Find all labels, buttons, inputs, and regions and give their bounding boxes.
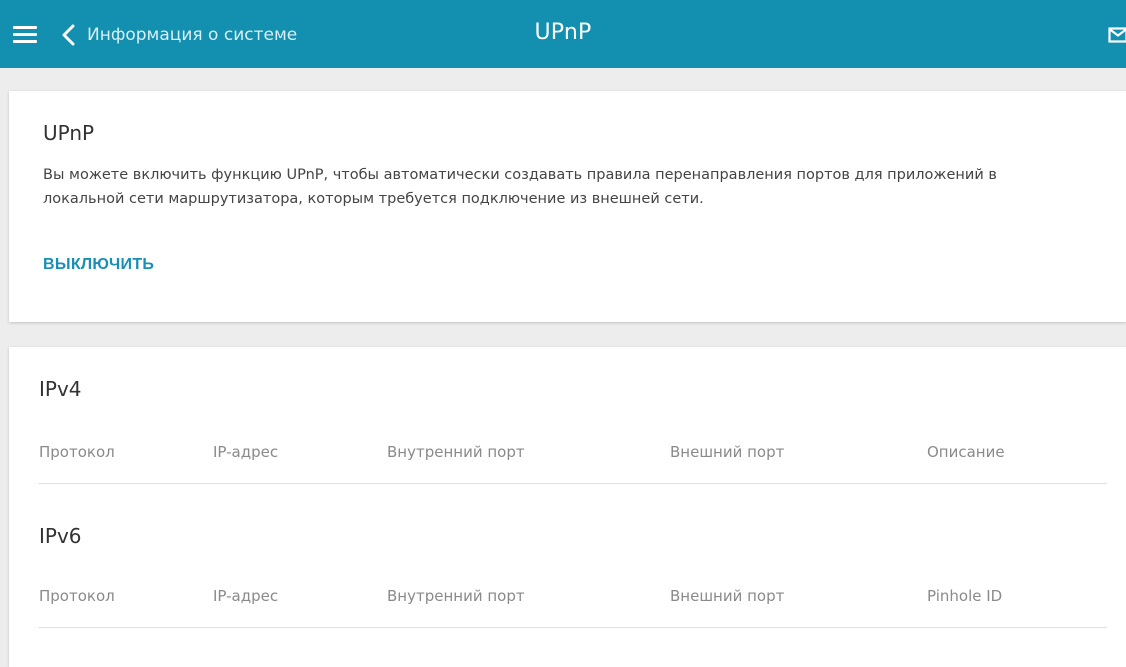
upnp-description: Вы можете включить функцию UPnP, чтобы а…	[43, 163, 1063, 211]
ipv6-col-protocol: Протокол	[39, 587, 115, 605]
ipv4-col-description: Описание	[927, 443, 1005, 461]
ipv6-col-ip-address: IP-адрес	[213, 587, 278, 605]
ipv6-col-pinhole-id: Pinhole ID	[927, 587, 1002, 605]
ipv4-table-header: Протокол IP-адрес Внутренний порт Внешни…	[39, 443, 1107, 484]
top-bar: Информация о системе UPnP	[0, 0, 1126, 68]
ipv4-col-protocol: Протокол	[39, 443, 115, 461]
upnp-section-title: UPnP	[43, 121, 94, 145]
ipv4-col-external-port: Внешний порт	[670, 443, 784, 461]
upnp-card: UPnP Вы можете включить функцию UPnP, чт…	[9, 91, 1126, 322]
ipv4-section-title: IPv4	[39, 377, 82, 401]
ipv6-section-title: IPv6	[39, 524, 82, 548]
mail-icon[interactable]	[1108, 27, 1126, 43]
ipv6-col-internal-port: Внутренний порт	[387, 587, 525, 605]
page-title: UPnP	[0, 20, 1126, 45]
upnp-tables-card: IPv4 Протокол IP-адрес Внутренний порт В…	[9, 347, 1126, 667]
ipv6-col-external-port: Внешний порт	[670, 587, 784, 605]
disable-upnp-button[interactable]: ВЫКЛЮЧИТЬ	[43, 256, 154, 274]
ipv6-table-header: Протокол IP-адрес Внутренний порт Внешни…	[39, 587, 1107, 628]
ipv4-col-ip-address: IP-адрес	[213, 443, 278, 461]
ipv4-col-internal-port: Внутренний порт	[387, 443, 525, 461]
